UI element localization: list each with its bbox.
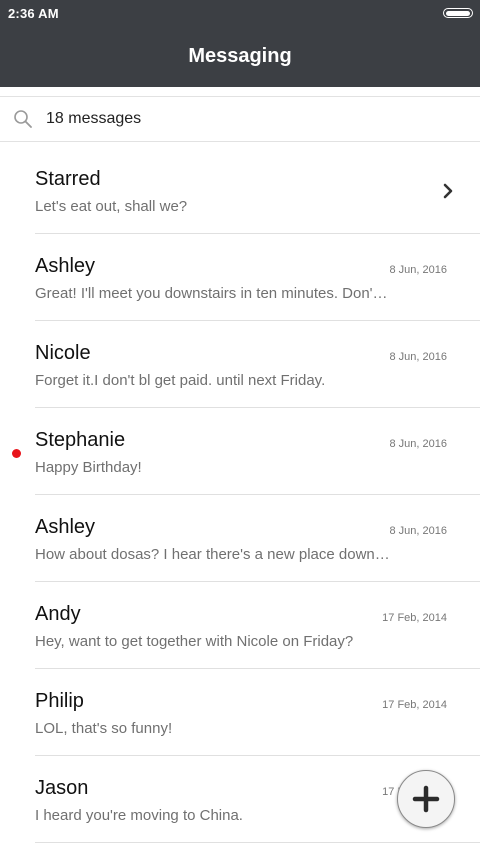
conversation-preview: Hey, want to get together with Nicole on… xyxy=(35,633,354,650)
status-time: 2:36 AM xyxy=(8,6,59,21)
conversation-date: 8 Jun, 2016 xyxy=(389,351,448,363)
chevron-right-icon xyxy=(443,183,453,199)
search-input[interactable]: 18 messages xyxy=(46,110,141,128)
conversation-item[interactable]: Philip 17 Feb, 2014 LOL, that's so funny… xyxy=(35,669,480,756)
compose-button[interactable] xyxy=(397,770,455,828)
conversation-name: Stephanie xyxy=(35,429,126,451)
conversation-date: 8 Jun, 2016 xyxy=(389,438,448,450)
conversation-item[interactable]: Ashley 8 Jun, 2016 Great! I'll meet you … xyxy=(35,234,480,321)
page-title: Messaging xyxy=(188,44,292,67)
conversation-item[interactable]: Stephanie 8 Jun, 2016 Happy Birthday! xyxy=(12,408,480,495)
conversation-date: 17 Feb, 2014 xyxy=(382,612,447,624)
conversation-name: Philip xyxy=(35,690,84,712)
conversation-preview: How about dosas? I hear there's a new pl… xyxy=(35,546,390,563)
conversation-name: Ashley xyxy=(35,255,96,277)
conversation-preview: I heard you're moving to China. xyxy=(35,807,243,824)
conversation-name: Jason xyxy=(35,777,89,799)
conversation-preview: Great! I'll meet you downstairs in ten m… xyxy=(35,285,390,302)
conversation-item[interactable]: Andy 17 Feb, 2014 Hey, want to get toget… xyxy=(35,582,480,669)
search-icon xyxy=(14,110,32,128)
conversation-item[interactable]: Nicole 8 Jun, 2016 Forget it.I don't bl … xyxy=(35,321,480,408)
conversation-preview: Forget it.I don't bl get paid. until nex… xyxy=(35,372,326,389)
status-bar: 2:36 AM xyxy=(0,0,480,27)
conversation-date: 8 Jun, 2016 xyxy=(389,525,448,537)
battery-icon xyxy=(443,8,473,18)
plus-icon xyxy=(412,785,440,813)
conversation-date: 17 Feb, 2014 xyxy=(382,699,447,711)
conversation-starred[interactable]: Starred Let's eat out, shall we? xyxy=(35,147,480,234)
conversation-name: Starred xyxy=(35,168,101,190)
search-bar[interactable]: 18 messages xyxy=(0,96,480,142)
conversation-item[interactable]: Ashley 8 Jun, 2016 How about dosas? I he… xyxy=(35,495,480,582)
conversation-name: Andy xyxy=(35,603,81,625)
conversation-list: Starred Let's eat out, shall we? Ashley … xyxy=(0,147,480,843)
app-bar: Messaging xyxy=(0,27,480,87)
conversation-preview: Happy Birthday! xyxy=(35,459,142,476)
conversation-preview: LOL, that's so funny! xyxy=(35,720,173,737)
unread-indicator xyxy=(12,449,21,458)
conversation-name: Nicole xyxy=(35,342,91,364)
conversation-date: 8 Jun, 2016 xyxy=(389,264,448,276)
conversation-preview: Let's eat out, shall we? xyxy=(35,198,188,215)
conversation-name: Ashley xyxy=(35,516,96,538)
